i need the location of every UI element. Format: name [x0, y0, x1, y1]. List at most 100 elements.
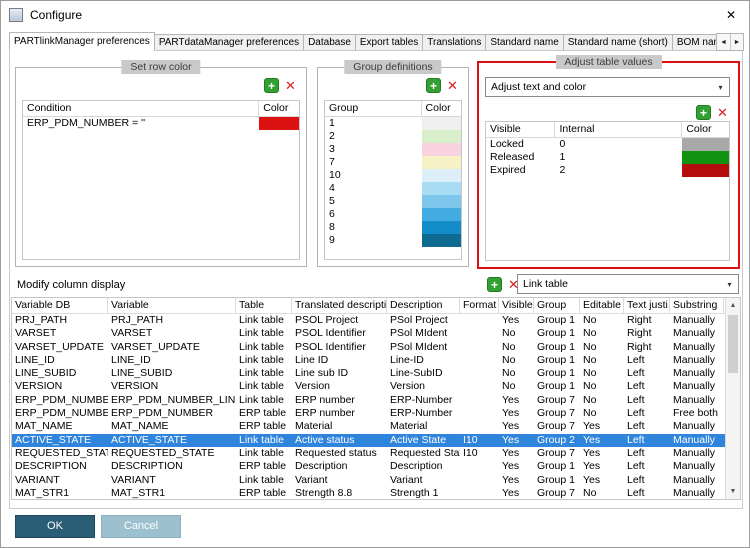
cell-substring: Manually [670, 327, 724, 340]
cancel-button[interactable]: Cancel [101, 515, 181, 538]
column-header[interactable]: Editable [580, 298, 624, 313]
cell-substring: Manually [670, 380, 724, 393]
column-header[interactable]: Condition [23, 101, 259, 116]
scroll-thumb[interactable] [728, 315, 738, 373]
tab[interactable]: Standard name (short) [563, 34, 673, 51]
scroll-down-icon[interactable]: ▼ [726, 484, 740, 499]
group-row[interactable]: 7 [325, 156, 461, 169]
add-value-icon[interactable]: + [696, 105, 711, 120]
add-column-icon[interactable]: + [487, 277, 502, 292]
tab-scroll-right-icon[interactable]: ► [730, 34, 743, 50]
color-swatch[interactable] [682, 151, 729, 164]
column-header[interactable]: Description [387, 298, 460, 313]
ok-button[interactable]: OK [15, 515, 95, 538]
tab[interactable]: Database [303, 34, 356, 51]
close-icon[interactable]: ✕ [722, 6, 740, 24]
cell-variable-db: PRJ_PATH [12, 314, 108, 327]
value-row[interactable]: Locked 0 [486, 138, 729, 151]
color-swatch[interactable] [422, 221, 461, 234]
column-header[interactable]: Table [236, 298, 292, 313]
scroll-up-icon[interactable]: ▲ [726, 298, 740, 313]
add-group-icon[interactable]: + [426, 78, 441, 93]
column-header[interactable]: Format [460, 298, 499, 313]
group-row[interactable]: 8 [325, 221, 461, 234]
table-row[interactable]: ERP_PDM_NUMBER ERP_PDM_NUMBER ERP table … [12, 407, 740, 420]
column-header[interactable]: Color [682, 122, 729, 137]
tab-scroll-left-icon[interactable]: ◄ [717, 34, 730, 50]
color-swatch[interactable] [259, 117, 299, 130]
group-row[interactable]: 9 [325, 234, 461, 247]
window-title: Configure [30, 8, 82, 22]
column-header[interactable]: Color [422, 101, 461, 116]
column-header[interactable]: Substring [670, 298, 724, 313]
value-row[interactable]: Expired 2 [486, 164, 729, 177]
column-header[interactable]: Translated description [292, 298, 387, 313]
table-select-dropdown[interactable]: Link table ▾ [517, 274, 739, 294]
group-number: 1 [325, 117, 422, 130]
color-swatch[interactable] [422, 156, 461, 169]
condition-row[interactable]: ERP_PDM_NUMBER = '' [23, 117, 299, 130]
color-swatch[interactable] [682, 164, 729, 177]
cell-variable-db: MAT_STR1 [12, 487, 108, 500]
table-row[interactable]: VARSET VARSET Link table PSOL Identifier… [12, 327, 740, 340]
delete-condition-icon[interactable]: ✕ [283, 78, 298, 93]
column-header[interactable]: Color [259, 101, 299, 116]
table-row[interactable]: DESCRIPTION DESCRIPTION ERP table Descri… [12, 460, 740, 473]
column-header[interactable]: Text justi... [624, 298, 670, 313]
table-row[interactable]: LINE_ID LINE_ID Link table Line ID Line-… [12, 354, 740, 367]
group-row[interactable]: 4 [325, 182, 461, 195]
column-header[interactable]: Visible [499, 298, 534, 313]
color-swatch[interactable] [422, 130, 461, 143]
column-header[interactable]: Variable DB [12, 298, 108, 313]
group-row[interactable]: 1 [325, 117, 461, 130]
table-row[interactable]: VARIANT VARIANT Link table Variant Varia… [12, 474, 740, 487]
tab[interactable]: Translations [422, 34, 486, 51]
group-row[interactable]: 10 [325, 169, 461, 182]
table-row[interactable]: PRJ_PATH PRJ_PATH Link table PSOL Projec… [12, 314, 740, 327]
color-swatch[interactable] [422, 117, 461, 130]
cell-visible: No [499, 367, 534, 380]
delete-group-icon[interactable]: ✕ [445, 78, 460, 93]
tab[interactable]: BOM name [672, 34, 721, 51]
group-row[interactable]: 5 [325, 195, 461, 208]
cell-translated: Material [292, 420, 387, 433]
tab[interactable]: PARTlinkManager preferences [9, 32, 155, 51]
table-row[interactable]: REQUESTED_STATE REQUESTED_STATE Link tab… [12, 447, 740, 460]
column-header[interactable]: Visible [486, 122, 555, 137]
color-swatch[interactable] [422, 182, 461, 195]
column-header[interactable]: Group [534, 298, 580, 313]
cell-text-justify: Left [624, 420, 670, 433]
delete-value-icon[interactable]: ✕ [715, 105, 730, 120]
chevron-down-icon[interactable]: ▾ [721, 275, 738, 293]
cell-variable-db: ERP_PDM_NUMBER [12, 394, 108, 407]
tab[interactable]: Export tables [355, 34, 423, 51]
table-row[interactable]: VARSET_UPDATE VARSET_UPDATE Link table P… [12, 341, 740, 354]
color-swatch[interactable] [422, 208, 461, 221]
tab[interactable]: PARTdataManager preferences [154, 34, 304, 51]
tab-label: Database [308, 37, 351, 48]
group-row[interactable]: 2 [325, 130, 461, 143]
add-condition-icon[interactable]: + [264, 78, 279, 93]
group-row[interactable]: 6 [325, 208, 461, 221]
adjust-mode-dropdown[interactable]: Adjust text and color ▾ [485, 77, 730, 97]
table-row[interactable]: ERP_PDM_NUMBER ERP_PDM_NUMBER_LINKTABLE … [12, 394, 740, 407]
chevron-down-icon[interactable]: ▾ [712, 78, 729, 96]
tab[interactable]: Standard name [485, 34, 563, 51]
color-swatch[interactable] [422, 234, 461, 247]
color-swatch[interactable] [422, 169, 461, 182]
column-header[interactable]: Internal [555, 122, 682, 137]
column-header[interactable]: Group [325, 101, 422, 116]
group-row[interactable]: 3 [325, 143, 461, 156]
column-header[interactable]: Variable [108, 298, 236, 313]
table-row[interactable]: MAT_NAME MAT_NAME ERP table Material Mat… [12, 420, 740, 433]
vertical-scrollbar[interactable]: ▲ ▼ [725, 298, 740, 499]
value-row[interactable]: Released 1 [486, 151, 729, 164]
table-row[interactable]: LINE_SUBID LINE_SUBID Link table Line su… [12, 367, 740, 380]
color-swatch[interactable] [682, 138, 729, 151]
color-swatch[interactable] [422, 143, 461, 156]
table-row[interactable]: ACTIVE_STATE ACTIVE_STATE Link table Act… [12, 434, 740, 447]
color-swatch[interactable] [422, 195, 461, 208]
table-row[interactable]: MAT_STR1 MAT_STR1 ERP table Strength 8.8… [12, 487, 740, 500]
cell-text-justify: Left [624, 394, 670, 407]
table-row[interactable]: VERSION VERSION Link table Version Versi… [12, 380, 740, 393]
